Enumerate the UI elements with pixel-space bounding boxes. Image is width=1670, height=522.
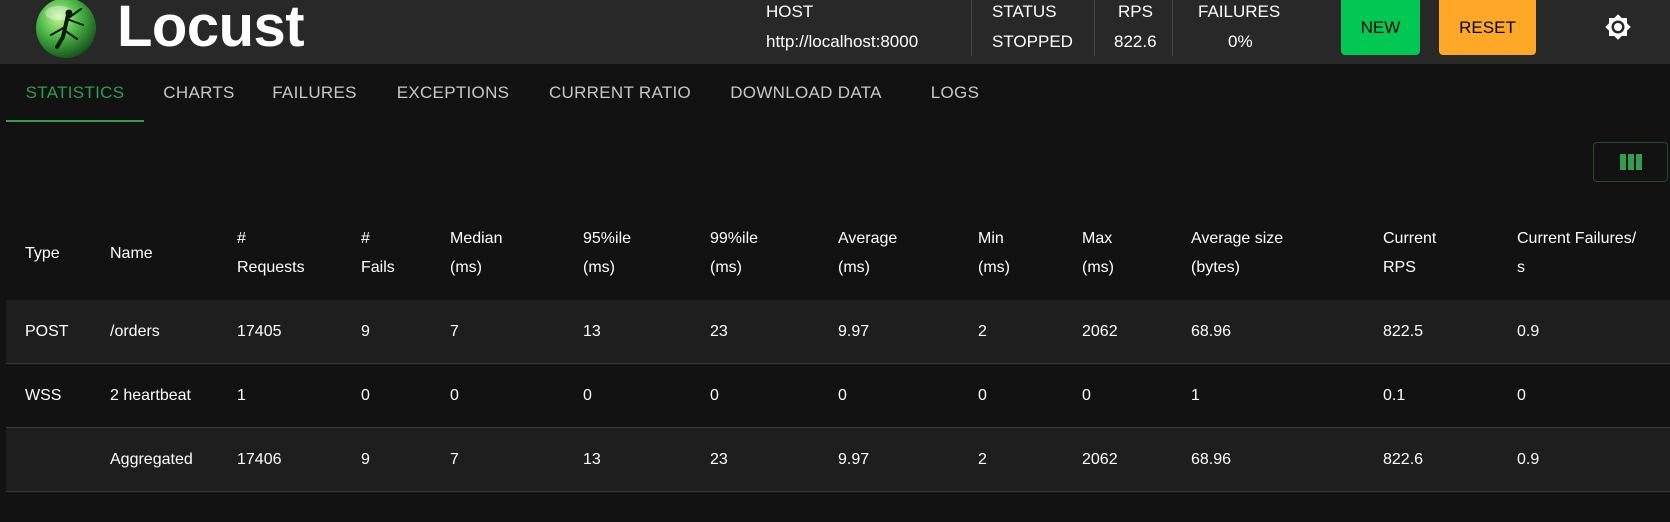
- cell-99ile: 23: [710, 323, 728, 340]
- tab-download-data[interactable]: DOWNLOAD DATA: [720, 64, 892, 122]
- divider: [1172, 0, 1173, 56]
- cell-median: 7: [450, 451, 459, 468]
- tab-logs[interactable]: LOGS: [918, 64, 992, 122]
- new-button[interactable]: NEW: [1341, 0, 1420, 55]
- tab-statistics[interactable]: STATISTICS: [6, 64, 144, 122]
- statistics-table: Type Name # Requests # Fails Median (ms) 95…: [6, 210, 1670, 492]
- tab-exceptions[interactable]: EXCEPTIONS: [388, 64, 518, 122]
- column-header-min[interactable]: Min (ms): [978, 224, 1010, 282]
- cell-average: 9.97: [838, 451, 870, 468]
- app-title: Locust: [117, 0, 305, 59]
- view-column-icon: [1619, 154, 1642, 170]
- cell-95ile: 0: [583, 387, 592, 404]
- cell-current-rps: 822.6: [1383, 451, 1424, 468]
- cell-average-size: 68.96: [1191, 323, 1232, 340]
- cell-min: 2: [978, 451, 987, 468]
- cell-max: 0: [1082, 387, 1091, 404]
- cell-fails: 0: [361, 387, 370, 404]
- cell-current-rps: 822.5: [1383, 323, 1424, 340]
- status-label: STATUS: [992, 2, 1057, 21]
- cell-99ile: 0: [710, 387, 719, 404]
- rps-label: RPS: [1118, 2, 1153, 21]
- cell-median: 0: [450, 387, 459, 404]
- tab-bar: STATISTICS CHARTS FAILURES EXCEPTIONS CU…: [0, 64, 1670, 122]
- cell-current-failures: 0: [1517, 387, 1526, 404]
- cell-current-rps: 0.1: [1383, 387, 1406, 404]
- cell-99ile: 23: [710, 451, 728, 468]
- failures-label: FAILURES: [1198, 2, 1281, 21]
- column-header-average[interactable]: Average (ms): [838, 224, 897, 282]
- table-row-aggregated: Aggregated 17406 9 7 13 23 9.97 2 2062 6…: [6, 428, 1670, 492]
- column-toggle-button[interactable]: [1593, 142, 1668, 182]
- column-header-current-failures[interactable]: Current Failures/s: [1517, 224, 1636, 282]
- column-header-name[interactable]: Name: [110, 239, 153, 268]
- cell-95ile: 13: [583, 323, 601, 340]
- divider: [1094, 0, 1095, 56]
- app-header: Locust HOST http://localhost:8000 STATUS…: [0, 0, 1670, 64]
- brightness-icon[interactable]: [1603, 12, 1633, 42]
- table-row: WSS 2 heartbeat 1 0 0 0 0 0 0 0 1 0.1 0: [6, 364, 1670, 428]
- cell-max: 2062: [1082, 323, 1118, 340]
- column-header-99ile[interactable]: 99%ile (ms): [710, 224, 758, 282]
- cell-name: 2 heartbeat: [110, 387, 191, 404]
- cell-requests: 17406: [237, 451, 282, 468]
- host-value: http://localhost:8000: [766, 32, 919, 51]
- rps-value: 822.6: [1114, 32, 1157, 51]
- cell-fails: 9: [361, 451, 370, 468]
- locust-logo-icon[interactable]: [35, 0, 97, 59]
- failures-value: 0%: [1228, 32, 1253, 51]
- cell-name: /orders: [110, 323, 160, 340]
- cell-name: Aggregated: [110, 451, 193, 468]
- host-label: HOST: [766, 2, 814, 21]
- column-header-95ile[interactable]: 95%ile (ms): [583, 224, 631, 282]
- status-value: STOPPED: [992, 32, 1073, 51]
- tab-failures[interactable]: FAILURES: [262, 64, 367, 122]
- table-row: POST /orders 17405 9 7 13 23 9.97 2 2062…: [6, 300, 1670, 364]
- column-header-average-size[interactable]: Average size (bytes): [1191, 224, 1283, 282]
- cell-95ile: 13: [583, 451, 601, 468]
- cell-min: 2: [978, 323, 987, 340]
- table-header: Type Name # Requests # Fails Median (ms) 95…: [6, 210, 1670, 300]
- cell-requests: 1: [237, 387, 246, 404]
- cell-current-failures: 0.9: [1517, 323, 1540, 340]
- column-header-requests[interactable]: # Requests: [237, 224, 305, 282]
- cell-min: 0: [978, 387, 987, 404]
- cell-average: 9.97: [838, 323, 870, 340]
- divider: [971, 0, 972, 56]
- cell-fails: 9: [361, 323, 370, 340]
- cell-current-failures: 0.9: [1517, 451, 1540, 468]
- column-header-fails[interactable]: # Fails: [361, 224, 395, 282]
- column-header-current-rps[interactable]: Current RPS: [1383, 224, 1436, 282]
- column-header-type[interactable]: Type: [25, 239, 60, 268]
- cell-max: 2062: [1082, 451, 1118, 468]
- cell-average-size: 1: [1191, 387, 1200, 404]
- cell-median: 7: [450, 323, 459, 340]
- cell-average-size: 68.96: [1191, 451, 1232, 468]
- cell-requests: 17405: [237, 323, 282, 340]
- cell-type: POST: [25, 323, 69, 340]
- cell-average: 0: [838, 387, 847, 404]
- column-header-median[interactable]: Median (ms): [450, 224, 502, 282]
- column-header-max[interactable]: Max (ms): [1082, 224, 1114, 282]
- tab-current-ratio[interactable]: CURRENT RATIO: [540, 64, 700, 122]
- cell-type: WSS: [25, 387, 62, 404]
- tab-charts[interactable]: CHARTS: [152, 64, 246, 122]
- reset-button[interactable]: RESET: [1439, 0, 1536, 55]
